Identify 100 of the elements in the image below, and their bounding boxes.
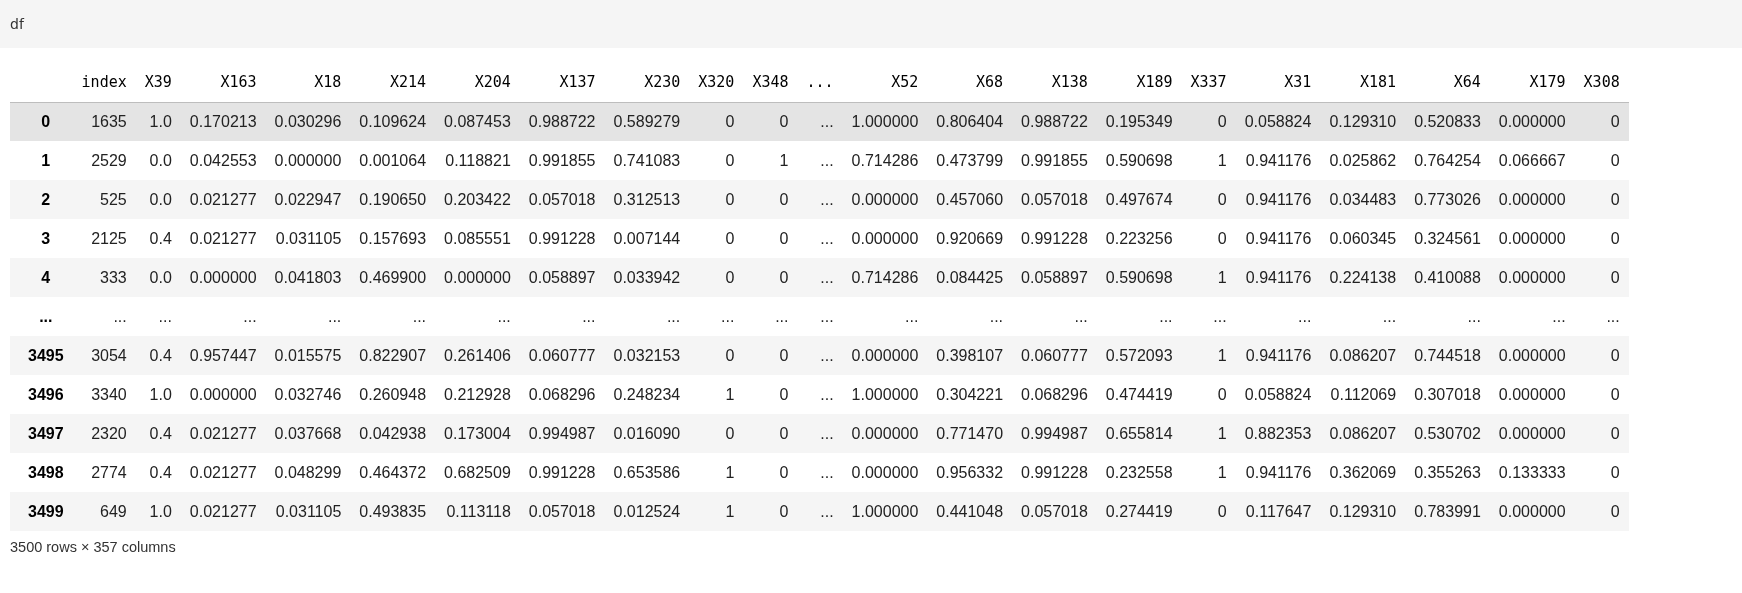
- table-cell: ...: [1574, 297, 1629, 336]
- table-cell: 0.087453: [435, 102, 520, 141]
- table-cell: ...: [743, 297, 798, 336]
- table-cell: 0.941176: [1235, 219, 1321, 258]
- table-cell: 0.223256: [1096, 219, 1182, 258]
- table-cell: 0.058897: [519, 258, 605, 297]
- table-cell: 0.000000: [435, 258, 520, 297]
- table-cell: 0.324561: [1405, 219, 1490, 258]
- table-cell: 0.260948: [350, 375, 436, 414]
- column-header: X39: [135, 62, 181, 102]
- table-cell: 0.274419: [1096, 492, 1182, 531]
- table-cell: 0: [1181, 492, 1236, 531]
- table-cell: 1.000000: [842, 492, 928, 531]
- table-cell: 0.822907: [350, 336, 436, 375]
- table-cell: 0: [1574, 453, 1629, 492]
- table-cell: 0.773026: [1405, 180, 1490, 219]
- table-cell: 0.129310: [1320, 492, 1406, 531]
- table-cell: 4: [10, 258, 73, 297]
- table-cell: 0.000000: [842, 336, 928, 375]
- table-cell: ...: [1320, 297, 1406, 336]
- table-cell: 0.882353: [1235, 414, 1321, 453]
- table-cell: 0: [689, 336, 744, 375]
- table-cell: 0.991228: [1012, 219, 1097, 258]
- table-summary: 3500 rows × 357 columns: [10, 538, 177, 557]
- table-cell: 0.771470: [927, 414, 1013, 453]
- table-cell: ...: [519, 297, 605, 336]
- table-cell: 0.000000: [1489, 414, 1575, 453]
- table-cell: ...: [797, 414, 843, 453]
- column-header: index: [72, 62, 136, 102]
- table-cell: 0.000000: [1489, 375, 1575, 414]
- table-cell: 649: [72, 492, 136, 531]
- table-cell: 0.021277: [180, 219, 266, 258]
- table-cell: 0: [743, 414, 798, 453]
- table-cell: 0.991228: [1012, 453, 1097, 492]
- column-header: X18: [265, 62, 351, 102]
- column-header: X230: [604, 62, 690, 102]
- table-cell: 2: [10, 180, 73, 219]
- table-cell: 0.991228: [519, 453, 605, 492]
- table-cell: 0.170213: [180, 102, 266, 141]
- table-cell: 1: [743, 141, 798, 180]
- table-cell: 3: [10, 219, 73, 258]
- column-header: X348: [743, 62, 798, 102]
- table-cell: ...: [797, 375, 843, 414]
- table-cell: 0.000000: [180, 258, 266, 297]
- table-cell: 0.113118: [435, 492, 520, 531]
- table-cell: ...: [604, 297, 690, 336]
- table-cell: 3498: [10, 453, 73, 492]
- table-cell: 0: [743, 219, 798, 258]
- table-cell: ...: [797, 336, 843, 375]
- code-cell[interactable]: df: [0, 0, 1742, 48]
- table-cell: ...: [797, 141, 843, 180]
- table-cell: 0.398107: [927, 336, 1013, 375]
- table-cell: ...: [689, 297, 744, 336]
- table-cell: 0.312513: [604, 180, 690, 219]
- table-cell: 0.000000: [265, 141, 351, 180]
- column-header: X181: [1320, 62, 1406, 102]
- table-cell: 0: [1181, 219, 1236, 258]
- table-cell: 1.000000: [842, 102, 928, 141]
- table-cell: 0: [743, 102, 798, 141]
- table-cell: 0.0: [135, 141, 181, 180]
- table-cell: 0.021277: [180, 453, 266, 492]
- table-cell: 0.589279: [604, 102, 690, 141]
- table-cell: 0.058897: [1012, 258, 1097, 297]
- table-cell: 0.066667: [1489, 141, 1575, 180]
- table-cell: 3340: [72, 375, 136, 414]
- table-cell: 0.941176: [1235, 453, 1321, 492]
- table-cell: 3497: [10, 414, 73, 453]
- table-cell: 0.085551: [435, 219, 520, 258]
- column-header: X179: [1489, 62, 1575, 102]
- column-header: X308: [1574, 62, 1629, 102]
- table-cell: 0.0: [135, 258, 181, 297]
- table-cell: 0.304221: [927, 375, 1013, 414]
- table-cell: 0.000000: [180, 375, 266, 414]
- table-cell: 0.060345: [1320, 219, 1406, 258]
- column-header: X204: [435, 62, 520, 102]
- table-cell: 0.248234: [604, 375, 690, 414]
- table-cell: 0.000000: [1489, 102, 1575, 141]
- table-cell: ...: [350, 297, 436, 336]
- table-cell: ...: [265, 297, 351, 336]
- table-cell: ...: [1012, 297, 1097, 336]
- table-cell: 0.474419: [1096, 375, 1182, 414]
- table-cell: 0.086207: [1320, 414, 1406, 453]
- table-cell: 0.941176: [1235, 336, 1321, 375]
- table-cell: 3495: [10, 336, 73, 375]
- table-cell: 2529: [72, 141, 136, 180]
- column-header: ...: [797, 62, 843, 102]
- column-header: X189: [1096, 62, 1182, 102]
- table-cell: 1: [1181, 258, 1236, 297]
- table-cell: 1635: [72, 102, 136, 141]
- table-cell: 0: [1181, 102, 1236, 141]
- column-header: X68: [927, 62, 1013, 102]
- table-cell: 0.030296: [265, 102, 351, 141]
- table-cell: 0.4: [135, 336, 181, 375]
- table-cell: 0: [1574, 219, 1629, 258]
- column-header: X163: [180, 62, 266, 102]
- table-cell: 333: [72, 258, 136, 297]
- table-cell: 0.086207: [1320, 336, 1406, 375]
- table-cell: 1.0: [135, 375, 181, 414]
- table-cell: 0: [743, 492, 798, 531]
- table-cell: ...: [797, 453, 843, 492]
